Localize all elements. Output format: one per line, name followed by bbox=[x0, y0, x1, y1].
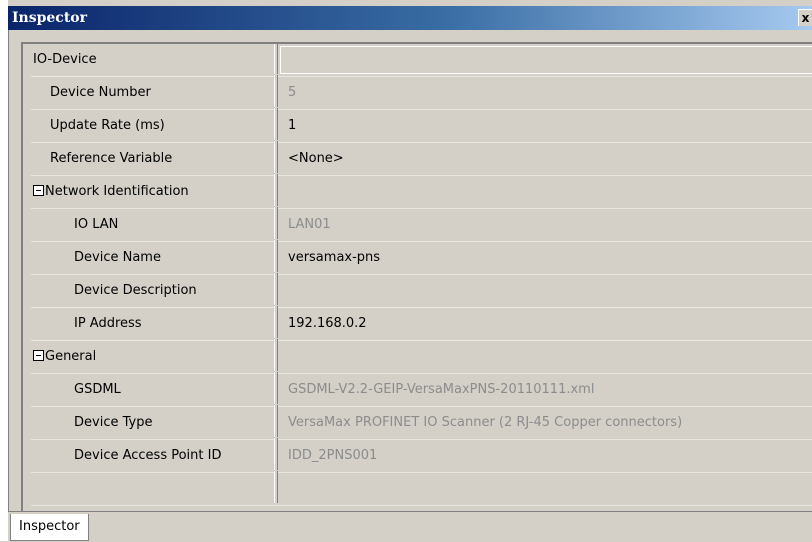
property-row[interactable]: General bbox=[31, 339, 812, 374]
column-divider[interactable] bbox=[274, 405, 278, 437]
property-value[interactable] bbox=[280, 473, 812, 505]
property-row[interactable]: Network Identification bbox=[31, 174, 812, 209]
window-left-edge bbox=[0, 0, 8, 541]
close-button[interactable]: x bbox=[798, 9, 812, 26]
property-name: General bbox=[31, 341, 276, 373]
property-name-text: GSDML bbox=[74, 382, 121, 397]
property-name-text: Device Description bbox=[74, 283, 197, 298]
property-row[interactable]: Device Access Point ID IDD_2PNS001 bbox=[31, 438, 812, 473]
property-name bbox=[31, 473, 276, 505]
property-value[interactable] bbox=[280, 341, 812, 373]
column-divider[interactable] bbox=[274, 438, 278, 470]
property-row[interactable]: IP Address 192.168.0.2 bbox=[31, 306, 812, 341]
property-name: IO-Device bbox=[31, 44, 276, 76]
property-value: IDD_2PNS001 bbox=[288, 448, 378, 463]
property-grid-rows: IO-Device Device Number 5 Update Rate (ms) 1… bbox=[31, 44, 812, 511]
column-divider[interactable] bbox=[274, 339, 278, 371]
property-value: GSDML-V2.2-GEIP-VersaMaxPNS-20110111.xml bbox=[288, 382, 595, 397]
column-divider[interactable] bbox=[274, 240, 278, 272]
property-row[interactable]: IO LAN LAN01 bbox=[31, 207, 812, 242]
property-name-text: Update Rate (ms) bbox=[50, 118, 165, 133]
property-row[interactable]: Device Type VersaMax PROFINET IO Scanner … bbox=[31, 405, 812, 440]
property-value[interactable] bbox=[280, 176, 812, 208]
inspector-title-bar[interactable]: Inspector x bbox=[8, 6, 812, 30]
property-name: Reference Variable bbox=[31, 143, 293, 175]
column-divider[interactable] bbox=[274, 108, 278, 140]
column-divider[interactable] bbox=[274, 75, 278, 107]
tab-inspector-label: Inspector bbox=[19, 519, 80, 534]
column-divider[interactable] bbox=[274, 207, 278, 239]
property-name-text: General bbox=[45, 349, 97, 364]
column-divider[interactable] bbox=[274, 273, 278, 305]
property-name-text: Reference Variable bbox=[50, 151, 173, 166]
property-name-text: Device Name bbox=[74, 250, 161, 265]
property-name-text: IO-Device bbox=[33, 52, 97, 67]
property-row[interactable]: Device Number 5 bbox=[31, 75, 812, 110]
property-name-text: IO LAN bbox=[74, 217, 119, 232]
property-row[interactable]: Device Description bbox=[31, 273, 812, 308]
property-name-text: Network Identification bbox=[45, 184, 189, 199]
property-name-text: Device Access Point ID bbox=[74, 448, 222, 463]
column-divider[interactable] bbox=[274, 141, 278, 173]
property-name: Device Number bbox=[31, 77, 293, 109]
tab-inspector[interactable]: Inspector bbox=[10, 514, 89, 541]
column-divider[interactable] bbox=[274, 306, 278, 338]
window-title: Inspector bbox=[12, 10, 88, 26]
property-name: Update Rate (ms) bbox=[31, 110, 293, 142]
column-divider[interactable] bbox=[274, 471, 278, 503]
property-value[interactable]: versamax-pns bbox=[280, 242, 812, 274]
collapse-icon[interactable] bbox=[33, 185, 44, 196]
property-name-text: IP Address bbox=[74, 316, 142, 331]
property-value[interactable] bbox=[280, 275, 812, 307]
property-name-text: Device Type bbox=[74, 415, 153, 430]
category-value-cell bbox=[280, 46, 812, 74]
property-value: VersaMax PROFINET IO Scanner (2 RJ-45 Co… bbox=[288, 415, 683, 430]
property-value[interactable]: 1 bbox=[280, 110, 812, 142]
property-row[interactable]: Reference Variable <None> bbox=[31, 141, 812, 176]
property-name: Network Identification bbox=[31, 176, 276, 208]
property-row[interactable] bbox=[31, 471, 812, 506]
property-row[interactable]: IO-Device bbox=[31, 44, 812, 77]
property-value[interactable]: <None> bbox=[280, 143, 812, 175]
property-row[interactable]: GSDML GSDML-V2.2-GEIP-VersaMaxPNS-2011011… bbox=[31, 372, 812, 407]
column-divider[interactable] bbox=[274, 372, 278, 404]
property-value[interactable]: 192.168.0.2 bbox=[280, 308, 812, 340]
property-row[interactable]: Device Name versamax-pns bbox=[31, 240, 812, 275]
property-grid: IO-Device Device Number 5 Update Rate (ms) 1… bbox=[21, 42, 812, 511]
property-name-text: Device Number bbox=[50, 85, 151, 100]
tab-strip bbox=[8, 511, 812, 542]
property-row[interactable]: Update Rate (ms) 1 bbox=[31, 108, 812, 143]
collapse-icon[interactable] bbox=[33, 350, 44, 361]
column-divider[interactable] bbox=[274, 174, 278, 206]
property-value: LAN01 bbox=[288, 217, 331, 232]
property-value: 5 bbox=[288, 85, 297, 100]
column-divider[interactable] bbox=[274, 44, 278, 74]
close-icon: x bbox=[801, 11, 810, 25]
